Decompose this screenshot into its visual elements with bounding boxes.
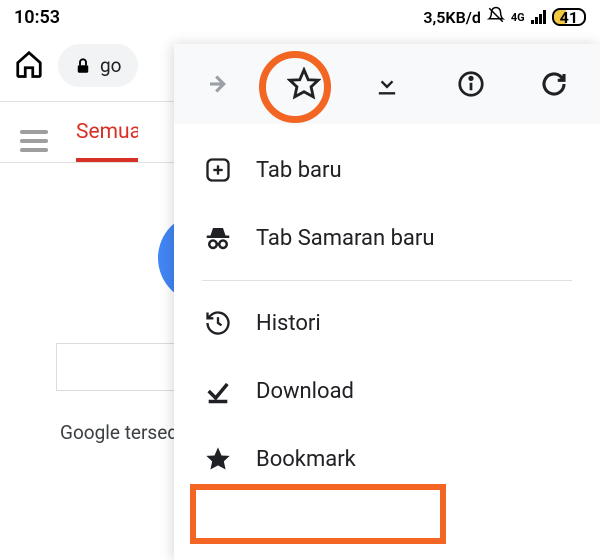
history-icon	[202, 307, 234, 339]
url-text: go	[100, 54, 122, 77]
check-icon	[202, 375, 234, 407]
bookmark-star-button[interactable]	[286, 66, 322, 102]
menu-item-label: Tab Samaran baru	[256, 226, 434, 251]
home-button[interactable]	[14, 49, 44, 83]
address-bar[interactable]: go	[58, 44, 138, 87]
menu-divider	[202, 280, 572, 281]
menu-action-row	[174, 44, 600, 124]
incognito-icon	[202, 222, 234, 254]
network-type: 4G	[511, 11, 525, 24]
menu-item-label: Download	[256, 379, 354, 404]
tab-all[interactable]: Semua	[76, 120, 138, 162]
menu-item-history[interactable]: Histori	[174, 289, 600, 357]
battery-indicator: 41	[552, 8, 586, 26]
menu-list: Tab baru Tab Samaran baru Histori	[174, 124, 600, 505]
signal-icon	[531, 10, 546, 24]
menu-item-incognito[interactable]: Tab Samaran baru	[174, 204, 600, 272]
menu-item-download[interactable]: Download	[174, 357, 600, 425]
menu-icon[interactable]	[20, 130, 48, 152]
forward-button[interactable]	[202, 66, 238, 102]
menu-item-label: Tab baru	[256, 158, 342, 183]
menu-item-new-tab[interactable]: Tab baru	[174, 136, 600, 204]
notification-muted-icon	[487, 6, 505, 28]
menu-item-label: Bookmark	[256, 447, 356, 472]
data-rate: 3,5KB/d	[423, 8, 480, 27]
lock-icon	[74, 57, 92, 75]
status-indicators: 3,5KB/d 4G 41	[423, 6, 586, 28]
menu-item-label: Histori	[256, 311, 321, 336]
reload-button[interactable]	[536, 66, 572, 102]
new-tab-icon	[202, 154, 234, 186]
status-bar: 10:53 3,5KB/d 4G 41	[0, 0, 600, 34]
menu-item-bookmark[interactable]: Bookmark	[174, 425, 600, 493]
info-button[interactable]	[453, 66, 489, 102]
star-filled-icon	[202, 443, 234, 475]
clock: 10:53	[14, 7, 60, 28]
overflow-menu: Tab baru Tab Samaran baru Histori	[174, 44, 600, 560]
download-button[interactable]	[369, 66, 405, 102]
